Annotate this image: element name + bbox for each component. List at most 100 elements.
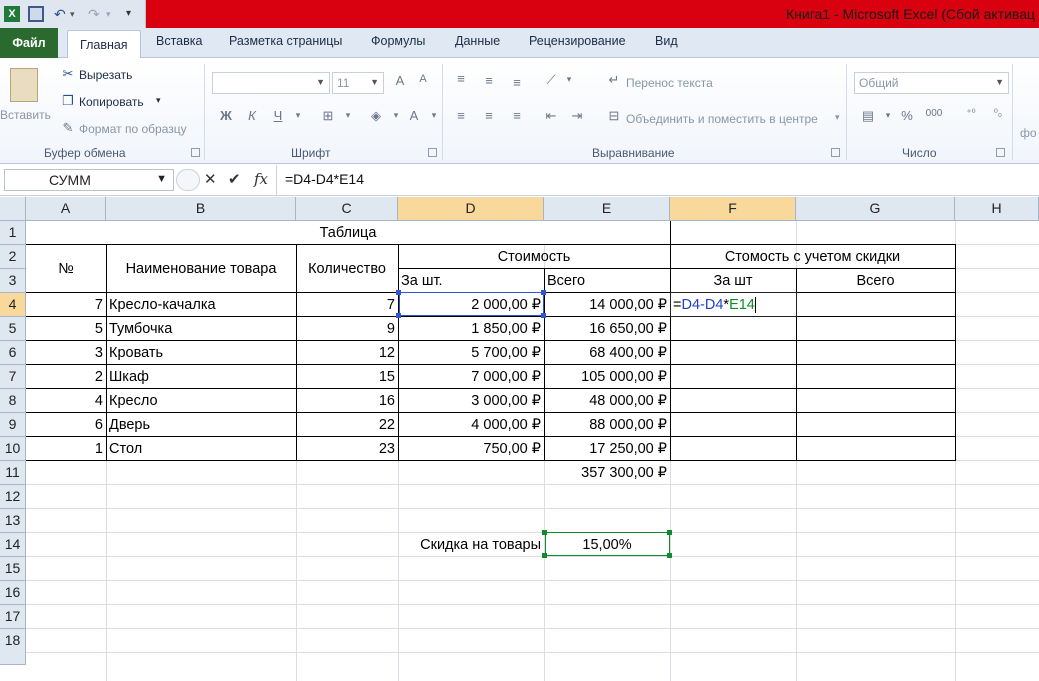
borders-dropdown-icon[interactable]: ▾ bbox=[338, 110, 358, 128]
font-color-dropdown-icon[interactable]: ▾ bbox=[424, 110, 444, 128]
wrap-text-icon[interactable]: ↵ bbox=[604, 72, 624, 90]
currency-format-icon[interactable]: ▤ bbox=[858, 108, 878, 126]
cell-name[interactable]: Кресло bbox=[106, 389, 296, 413]
cell-grand-total[interactable]: 357 300,00 ₽ bbox=[544, 461, 670, 485]
cell-num[interactable]: 4 bbox=[26, 389, 106, 413]
align-middle-icon[interactable]: ≡ bbox=[479, 73, 499, 91]
cell-price[interactable]: 7 000,00 ₽ bbox=[398, 365, 544, 389]
cell-total[interactable]: 88 000,00 ₽ bbox=[544, 413, 670, 437]
column-header-f[interactable]: F bbox=[670, 197, 796, 221]
redo-dropdown-icon[interactable]: ▾ bbox=[106, 6, 122, 22]
cell-price[interactable]: 1 850,00 ₽ bbox=[398, 317, 544, 341]
row-header[interactable]: 7 bbox=[0, 365, 26, 389]
selection-handle[interactable] bbox=[396, 313, 401, 318]
cell-total[interactable]: 14 000,00 ₽ bbox=[544, 293, 670, 317]
selection-handle[interactable] bbox=[542, 530, 547, 535]
cell-total[interactable]: 105 000,00 ₽ bbox=[544, 365, 670, 389]
borders-icon[interactable]: ⊞ bbox=[318, 108, 338, 126]
header-total[interactable]: Всего bbox=[544, 269, 670, 293]
bold-button[interactable]: Ж bbox=[216, 108, 236, 126]
merge-center-icon[interactable]: ⊟ bbox=[604, 108, 624, 126]
cell-total[interactable]: 68 400,00 ₽ bbox=[544, 341, 670, 365]
cell-total[interactable]: 16 650,00 ₽ bbox=[544, 317, 670, 341]
align-center-icon[interactable]: ≡ bbox=[479, 108, 499, 126]
selection-handle[interactable] bbox=[542, 553, 547, 558]
save-icon[interactable] bbox=[28, 6, 44, 22]
align-bottom-icon[interactable]: ≡ bbox=[507, 75, 527, 93]
cell-name[interactable]: Кровать bbox=[106, 341, 296, 365]
format-painter-icon[interactable]: ✎ bbox=[58, 120, 78, 138]
cell-qty[interactable]: 15 bbox=[296, 365, 398, 389]
font-color-icon[interactable]: A bbox=[404, 108, 424, 126]
cell-price[interactable]: 5 700,00 ₽ bbox=[398, 341, 544, 365]
cut-button[interactable]: Вырезать bbox=[79, 68, 132, 82]
underline-dropdown-icon[interactable]: ▾ bbox=[288, 110, 308, 128]
row-header[interactable]: 11 bbox=[0, 461, 26, 485]
header-cost-discount[interactable]: Стомость с учетом скидки bbox=[670, 245, 955, 269]
column-header-a[interactable]: A bbox=[26, 197, 106, 221]
selection-handle[interactable] bbox=[667, 530, 672, 535]
row-header[interactable]: 10 bbox=[0, 437, 26, 461]
header-num[interactable]: № bbox=[26, 257, 106, 281]
redo-icon[interactable]: ↷ bbox=[88, 6, 104, 22]
shrink-font-icon[interactable]: A bbox=[413, 73, 433, 91]
row-header[interactable]: 16 bbox=[0, 581, 26, 605]
cell-price[interactable]: 4 000,00 ₽ bbox=[398, 413, 544, 437]
row-header[interactable]: 3 bbox=[0, 269, 26, 293]
name-box[interactable]: СУММ ▼ bbox=[4, 169, 174, 191]
cell-name[interactable]: Тумбочка bbox=[106, 317, 296, 341]
table-title[interactable]: Таблица bbox=[26, 221, 670, 245]
tab-formulas[interactable]: Формулы bbox=[371, 34, 425, 48]
copy-button[interactable]: Копировать bbox=[79, 95, 144, 109]
cancel-icon[interactable]: ✕ bbox=[204, 170, 217, 188]
selection-handle[interactable] bbox=[541, 313, 546, 318]
orientation-icon[interactable]: ⟋ bbox=[541, 72, 561, 90]
increase-decimal-icon[interactable]: ⁺⁰ bbox=[961, 108, 981, 126]
tab-file[interactable]: Файл bbox=[0, 28, 58, 58]
number-dialog-launcher[interactable] bbox=[996, 148, 1005, 157]
paste-icon[interactable] bbox=[10, 68, 38, 102]
formula-bar-handle[interactable] bbox=[176, 169, 200, 191]
number-format-combo[interactable]: Общий ▼ bbox=[854, 72, 1009, 94]
italic-button[interactable]: К bbox=[242, 108, 262, 126]
orientation-dropdown-icon[interactable]: ▾ bbox=[559, 74, 579, 92]
cell-name[interactable]: Шкаф bbox=[106, 365, 296, 389]
row-header[interactable]: 1 bbox=[0, 221, 26, 245]
tab-insert[interactable]: Вставка bbox=[156, 34, 202, 48]
align-top-icon[interactable]: ≡ bbox=[451, 71, 471, 89]
currency-dropdown-icon[interactable]: ▾ bbox=[878, 110, 898, 128]
format-painter-button[interactable]: Формат по образцу bbox=[79, 122, 187, 136]
thousands-separator-button[interactable]: 000 bbox=[924, 108, 944, 126]
tab-page-layout[interactable]: Разметка страницы bbox=[229, 34, 342, 48]
header-cost[interactable]: Стоимость bbox=[398, 245, 670, 269]
decrease-decimal-icon[interactable]: ⁰₀ bbox=[988, 108, 1008, 126]
row-header[interactable]: 12 bbox=[0, 485, 26, 509]
undo-dropdown-icon[interactable]: ▾ bbox=[70, 6, 86, 22]
column-header-b[interactable]: B bbox=[106, 197, 296, 221]
column-header-d[interactable]: D bbox=[398, 197, 544, 221]
cell-num[interactable]: 2 bbox=[26, 365, 106, 389]
cell-price[interactable]: 3 000,00 ₽ bbox=[398, 389, 544, 413]
header-per-unit[interactable]: За шт. bbox=[398, 269, 544, 293]
header-qty[interactable]: Количество bbox=[296, 257, 398, 281]
row-header[interactable]: 6 bbox=[0, 341, 26, 365]
align-left-icon[interactable]: ≡ bbox=[451, 108, 471, 126]
enter-check-icon[interactable]: ✔ bbox=[228, 170, 241, 188]
copy-dropdown-icon[interactable]: ▾ bbox=[156, 95, 161, 106]
font-dialog-launcher[interactable] bbox=[428, 148, 437, 157]
font-size-combo[interactable]: 11 ▼ bbox=[332, 72, 384, 94]
row-header[interactable]: 8 bbox=[0, 389, 26, 413]
paste-button[interactable]: Вставить bbox=[0, 108, 51, 122]
selection-handle[interactable] bbox=[541, 290, 546, 295]
formula-input[interactable]: =D4-D4*E14 bbox=[285, 171, 364, 187]
tab-view[interactable]: Вид bbox=[655, 34, 678, 48]
row-header[interactable]: 17 bbox=[0, 605, 26, 629]
column-header-g[interactable]: G bbox=[796, 197, 955, 221]
cell-num[interactable]: 7 bbox=[26, 293, 106, 317]
column-header-c[interactable]: C bbox=[296, 197, 398, 221]
copy-icon[interactable]: ❐ bbox=[58, 93, 78, 111]
cell-qty[interactable]: 16 bbox=[296, 389, 398, 413]
cell-num[interactable]: 5 bbox=[26, 317, 106, 341]
cell-num[interactable]: 1 bbox=[26, 437, 106, 461]
wrap-text-button[interactable]: Перенос текста bbox=[626, 76, 713, 90]
